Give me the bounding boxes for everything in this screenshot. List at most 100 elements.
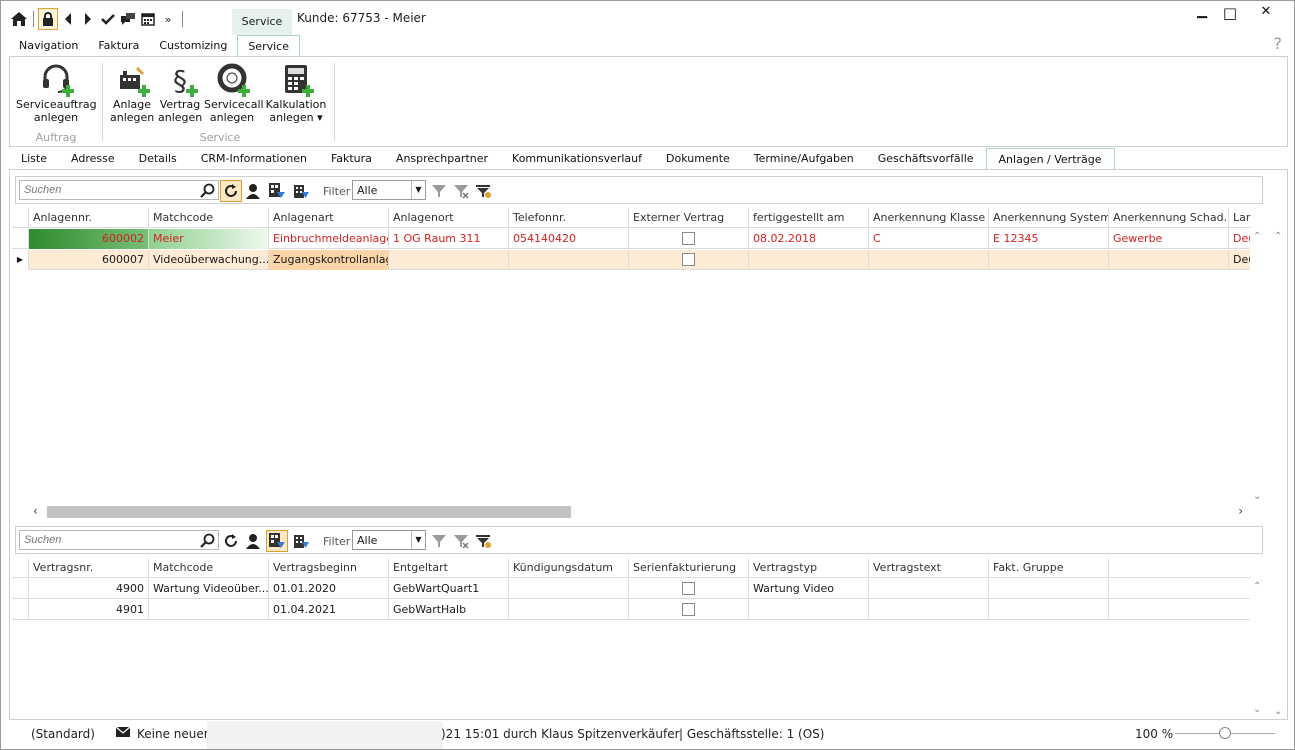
ribbon-tab-faktura[interactable]: Faktura bbox=[88, 35, 149, 57]
anlagen-vertical-scrollbar[interactable]: ⌃ ⌄ bbox=[1250, 229, 1266, 504]
column-header[interactable]: Entgeltart bbox=[389, 558, 509, 578]
column-header[interactable]: Anerkennung Klasse bbox=[869, 208, 989, 228]
fakt-gruppe-cell[interactable] bbox=[989, 600, 1109, 620]
vertragstyp-cell[interactable] bbox=[749, 600, 869, 620]
matchcode-cell[interactable]: Meier bbox=[149, 229, 269, 249]
fertiggestellt-cell[interactable]: 08.02.2018 bbox=[749, 229, 869, 249]
tab-faktura[interactable]: Faktura bbox=[319, 148, 384, 170]
column-header[interactable]: Anlagennr. bbox=[29, 208, 149, 228]
refresh-icon[interactable] bbox=[220, 180, 242, 202]
fertiggestellt-cell[interactable] bbox=[749, 250, 869, 270]
building-filter-icon[interactable] bbox=[266, 530, 288, 552]
table-row[interactable]: 4901 01.04.2021 GebWartHalb bbox=[12, 600, 1251, 620]
tab-dokumente[interactable]: Dokumente bbox=[654, 148, 742, 170]
kuendigungsdatum-cell[interactable] bbox=[509, 579, 629, 599]
scroll-down-icon[interactable]: ⌄ bbox=[1253, 704, 1261, 715]
scroll-down-icon[interactable]: ⌄ bbox=[1274, 706, 1282, 717]
vertraege-vertical-scrollbar[interactable]: ⌃ ⌄ bbox=[1250, 579, 1266, 717]
vertraege-search-input[interactable]: Suchen bbox=[19, 530, 219, 550]
anerkennung-schad-cell[interactable]: Gewerbe bbox=[1109, 229, 1229, 249]
entgeltart-cell[interactable]: GebWartHalb bbox=[389, 600, 509, 620]
close-button[interactable]: ✕ bbox=[1251, 4, 1281, 24]
externer-vertrag-checkbox[interactable] bbox=[629, 250, 749, 270]
column-header[interactable]: Vertragstext bbox=[869, 558, 989, 578]
serienfakturierung-checkbox[interactable] bbox=[629, 600, 749, 620]
funnel-settings-icon[interactable] bbox=[472, 530, 494, 552]
vertraege-filter-select[interactable]: Alle ▼ bbox=[352, 530, 426, 550]
telefonnr-cell[interactable]: 054140420 bbox=[509, 229, 629, 249]
ribbon-tab-navigation[interactable]: Navigation bbox=[9, 35, 88, 57]
anlage-anlegen-button[interactable]: Anlage anlegen bbox=[110, 63, 154, 124]
anlagen-search-input[interactable]: Suchen bbox=[19, 180, 219, 200]
home-icon[interactable] bbox=[9, 8, 29, 30]
matchcode-cell[interactable] bbox=[149, 600, 269, 620]
funnel-icon[interactable] bbox=[428, 530, 450, 552]
chat-icon[interactable] bbox=[118, 8, 138, 30]
land-cell[interactable]: Deu bbox=[1229, 250, 1251, 270]
vertragstext-cell[interactable] bbox=[869, 579, 989, 599]
lock-icon[interactable] bbox=[38, 8, 58, 30]
column-header[interactable]: Vertragstyp bbox=[749, 558, 869, 578]
tab-ansprechpartner[interactable]: Ansprechpartner bbox=[384, 148, 500, 170]
tab-kommunikationsverlauf[interactable]: Kommunikationsverlauf bbox=[500, 148, 654, 170]
anlagennr-cell[interactable]: 600007 bbox=[29, 250, 149, 270]
tab-termine-aufgaben[interactable]: Termine/Aufgaben bbox=[742, 148, 866, 170]
more-chevron-icon[interactable]: » bbox=[158, 8, 178, 30]
tab-details[interactable]: Details bbox=[127, 148, 189, 170]
zoom-slider-thumb[interactable] bbox=[1219, 727, 1231, 739]
ribbon-tab-customizing[interactable]: Customizing bbox=[149, 35, 237, 57]
vertragsbeginn-cell[interactable]: 01.04.2021 bbox=[269, 600, 389, 620]
checkmark-icon[interactable] bbox=[98, 8, 118, 30]
vertragsbeginn-cell[interactable]: 01.01.2020 bbox=[269, 579, 389, 599]
anerkennung-system-cell[interactable] bbox=[989, 250, 1109, 270]
column-header[interactable]: Anlagenort bbox=[389, 208, 509, 228]
search-icon[interactable] bbox=[197, 180, 219, 202]
column-header[interactable]: Lar bbox=[1229, 208, 1251, 228]
kuendigungsdatum-cell[interactable] bbox=[509, 600, 629, 620]
column-header[interactable]: Anerkennung Schad... bbox=[1109, 208, 1229, 228]
tab-liste[interactable]: Liste bbox=[9, 148, 59, 170]
matchcode-cell[interactable]: Wartung Videoüber... bbox=[149, 579, 269, 599]
scroll-left-icon[interactable]: ‹ bbox=[33, 504, 38, 518]
kalkulation-anlegen-button[interactable]: Kalkulation anlegen ▾ bbox=[264, 63, 328, 124]
forward-icon[interactable] bbox=[78, 8, 98, 30]
column-header[interactable]: Matchcode bbox=[149, 558, 269, 578]
column-header[interactable]: Serienfakturierung bbox=[629, 558, 749, 578]
funnel-clear-icon[interactable] bbox=[450, 530, 472, 552]
column-header[interactable]: Matchcode bbox=[149, 208, 269, 228]
vertrag-anlegen-button[interactable]: § Vertrag anlegen bbox=[158, 63, 202, 124]
anlagenort-cell[interactable]: 1 OG Raum 311 bbox=[389, 229, 509, 249]
anerkennung-system-cell[interactable]: E 12345 bbox=[989, 229, 1109, 249]
envelope-icon[interactable] bbox=[115, 726, 131, 741]
minimize-button[interactable]: ▁ bbox=[1187, 4, 1217, 24]
anlagenart-cell[interactable]: Zugangskontrollanlage bbox=[269, 250, 389, 270]
tab-geschaeftsvorfaelle[interactable]: Geschäftsvorfälle bbox=[866, 148, 986, 170]
funnel-clear-icon[interactable] bbox=[450, 180, 472, 202]
scroll-down-icon[interactable]: ⌄ bbox=[1253, 491, 1261, 502]
column-header[interactable]: Telefonnr. bbox=[509, 208, 629, 228]
horizontal-scroll-thumb[interactable] bbox=[47, 506, 571, 518]
building-grid-icon[interactable] bbox=[290, 530, 312, 552]
building-filter-icon[interactable] bbox=[266, 180, 288, 202]
person-icon[interactable] bbox=[242, 180, 264, 202]
anlagen-filter-select[interactable]: Alle ▼ bbox=[352, 180, 426, 200]
column-header[interactable]: Fakt. Gruppe bbox=[989, 558, 1109, 578]
scroll-right-icon[interactable]: › bbox=[1238, 504, 1243, 518]
funnel-icon[interactable] bbox=[428, 180, 450, 202]
search-icon[interactable] bbox=[197, 530, 219, 552]
anerkennung-klasse-cell[interactable] bbox=[869, 250, 989, 270]
scroll-up-icon[interactable]: ⌃ bbox=[1274, 231, 1282, 242]
anlagennr-cell[interactable]: 600002 bbox=[29, 229, 149, 249]
vertragstyp-cell[interactable]: Wartung Video bbox=[749, 579, 869, 599]
servicecall-anlegen-button[interactable]: Servicecall anlegen bbox=[204, 63, 264, 124]
vertragsnr-cell[interactable]: 4900 bbox=[29, 579, 149, 599]
status-layout[interactable]: (Standard) bbox=[31, 727, 95, 741]
scroll-up-icon[interactable]: ⌃ bbox=[1253, 581, 1261, 592]
ribbon-tab-service[interactable]: Service bbox=[237, 35, 300, 57]
vertragsnr-cell[interactable]: 4901 bbox=[29, 600, 149, 620]
column-header[interactable]: fertiggestellt am bbox=[749, 208, 869, 228]
scroll-up-icon[interactable]: ⌃ bbox=[1253, 231, 1261, 242]
person-icon[interactable] bbox=[242, 530, 264, 552]
help-icon[interactable]: ? bbox=[1274, 34, 1283, 53]
outer-vertical-scrollbar[interactable]: ⌃ ⌄ bbox=[1271, 229, 1287, 719]
